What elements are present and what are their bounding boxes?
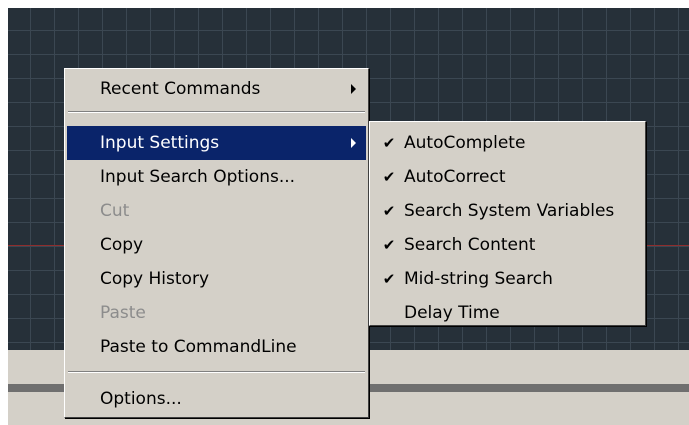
menu-item-label: Input Search Options... bbox=[100, 167, 296, 187]
menu-item-paste-to-commandline[interactable]: Paste to CommandLine bbox=[67, 330, 366, 364]
submenu-item-label: AutoComplete bbox=[404, 133, 526, 153]
submenu-item-midstring-search[interactable]: ✔ Mid-string Search bbox=[372, 262, 643, 296]
menu-item-label: Input Settings bbox=[100, 133, 220, 153]
submenu-item-label: Search Content bbox=[404, 235, 536, 255]
submenu-arrow-icon bbox=[351, 138, 356, 148]
menu-item-options[interactable]: Options... bbox=[67, 382, 366, 416]
checkmark-icon: ✔ bbox=[382, 168, 396, 186]
menu-separator bbox=[68, 371, 365, 373]
menu-item-label: Cut bbox=[100, 201, 130, 221]
context-menu: Recent Commands Input Settings Input Sea… bbox=[64, 68, 369, 418]
submenu-item-search-system-variables[interactable]: ✔ Search System Variables bbox=[372, 194, 643, 228]
menu-item-label: Paste to CommandLine bbox=[100, 337, 297, 357]
menu-item-recent-commands[interactable]: Recent Commands bbox=[67, 72, 366, 106]
submenu-item-autocomplete[interactable]: ✔ AutoComplete bbox=[372, 126, 643, 160]
menu-item-label: Copy bbox=[100, 235, 144, 255]
menu-item-copy[interactable]: Copy bbox=[67, 228, 366, 262]
checkmark-icon: ✔ bbox=[382, 202, 396, 220]
menu-item-label: Paste bbox=[100, 303, 146, 323]
menu-item-copy-history[interactable]: Copy History bbox=[67, 262, 366, 296]
submenu-item-label: AutoCorrect bbox=[404, 167, 506, 187]
submenu-item-autocorrect[interactable]: ✔ AutoCorrect bbox=[372, 160, 643, 194]
submenu-item-label: Search System Variables bbox=[404, 201, 615, 221]
submenu-arrow-icon bbox=[351, 84, 356, 94]
submenu-item-label: Mid-string Search bbox=[404, 269, 553, 289]
menu-separator bbox=[68, 111, 365, 113]
submenu-item-label: Delay Time bbox=[404, 303, 500, 323]
checkmark-icon: ✔ bbox=[382, 236, 396, 254]
menu-item-input-settings[interactable]: Input Settings bbox=[67, 126, 366, 160]
menu-item-cut: Cut bbox=[67, 194, 366, 228]
checkmark-icon: ✔ bbox=[382, 270, 396, 288]
menu-item-label: Recent Commands bbox=[100, 79, 261, 99]
checkmark-icon: ✔ bbox=[382, 134, 396, 152]
submenu-item-search-content[interactable]: ✔ Search Content bbox=[372, 228, 643, 262]
menu-item-label: Copy History bbox=[100, 269, 210, 289]
menu-item-label: Options... bbox=[100, 389, 182, 409]
menu-item-paste: Paste bbox=[67, 296, 366, 330]
submenu-item-delay-time[interactable]: Delay Time bbox=[372, 296, 643, 330]
input-settings-submenu: ✔ AutoComplete ✔ AutoCorrect ✔ Search Sy… bbox=[369, 121, 646, 326]
menu-item-input-search-options[interactable]: Input Search Options... bbox=[67, 160, 366, 194]
